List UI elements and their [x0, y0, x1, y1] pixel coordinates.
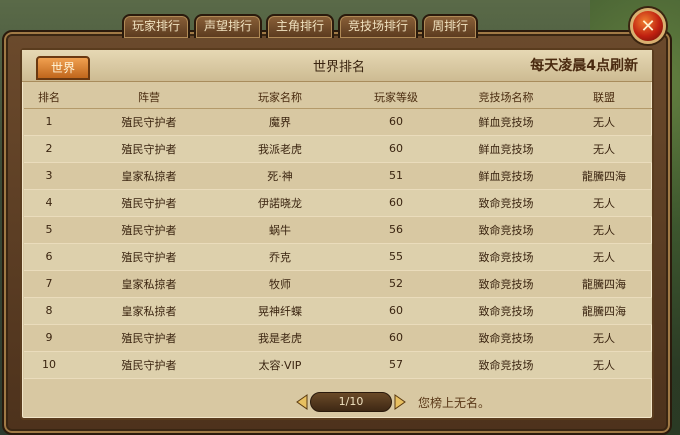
cell-camp: 殖民守护者	[74, 189, 224, 217]
cell-player-name: 太容·VIP	[224, 351, 336, 379]
cell-rank: 2	[24, 135, 74, 163]
cell-level: 55	[336, 243, 456, 271]
table-row[interactable]: 5 殖民守护者 蜗牛 56 致命竞技场 无人	[24, 216, 652, 244]
cell-arena: 致命竞技场	[456, 189, 556, 217]
cell-level: 56	[336, 216, 456, 244]
cell-arena: 鲜血竞技场	[456, 162, 556, 190]
cell-rank: 1	[24, 108, 74, 136]
cell-camp: 殖民守护者	[74, 108, 224, 136]
cell-arena: 致命竞技场	[456, 270, 556, 298]
cell-alliance: 龍騰四海	[556, 270, 652, 298]
cell-arena: 致命竞技场	[456, 297, 556, 325]
table-row[interactable]: 10 殖民守护者 太容·VIP 57 致命竞技场 无人	[24, 351, 652, 379]
header-arena-name: 竞技场名称	[456, 86, 556, 109]
table-row[interactable]: 6 殖民守护者 乔克 55 致命竞技场 无人	[24, 243, 652, 271]
cell-level: 52	[336, 270, 456, 298]
panel-header: 世界 世界排名 每天凌晨4点刷新	[22, 50, 652, 82]
tab-player-ranking[interactable]: 玩家排行	[122, 14, 191, 38]
cell-rank: 6	[24, 243, 74, 271]
tab-hero-ranking[interactable]: 主角排行	[266, 14, 335, 38]
cell-alliance: 无人	[556, 243, 652, 271]
right-arrow-icon[interactable]	[394, 394, 406, 410]
cell-alliance: 无人	[556, 216, 652, 244]
cell-player-name: 乔克	[224, 243, 336, 271]
cell-rank: 10	[24, 351, 74, 379]
cell-arena: 致命竞技场	[456, 324, 556, 352]
cell-player-name: 死·神	[224, 162, 336, 190]
tab-reputation-ranking[interactable]: 声望排行	[194, 14, 263, 38]
cell-player-name: 我是老虎	[224, 324, 336, 352]
tab-weekly-ranking[interactable]: 周排行	[422, 14, 479, 38]
cell-camp: 殖民守护者	[74, 135, 224, 163]
ranking-tabs: 玩家排行 声望排行 主角排行 竞技场排行 周排行	[122, 14, 479, 40]
header-camp: 阵营	[74, 86, 224, 109]
cell-level: 60	[336, 297, 456, 325]
header-alliance: 联盟	[556, 86, 652, 109]
cell-rank: 5	[24, 216, 74, 244]
cell-arena: 致命竞技场	[456, 243, 556, 271]
cell-arena: 鲜血竞技场	[456, 135, 556, 163]
cell-player-name: 魔界	[224, 108, 336, 136]
cell-alliance: 无人	[556, 135, 652, 163]
header-player-level: 玩家等级	[336, 86, 456, 109]
cell-rank: 7	[24, 270, 74, 298]
cell-level: 60	[336, 324, 456, 352]
cell-rank: 4	[24, 189, 74, 217]
page-indicator: 1/10	[310, 392, 392, 412]
cell-player-name: 我派老虎	[224, 135, 336, 163]
cell-camp: 殖民守护者	[74, 324, 224, 352]
header-player-name: 玩家名称	[224, 86, 336, 109]
table-row[interactable]: 8 皇家私掠者 晃神纤蝶 60 致命竞技场 龍騰四海	[24, 297, 652, 325]
table-header-row: 排名 阵营 玩家名称 玩家等级 竞技场名称 联盟	[24, 86, 652, 109]
cell-level: 60	[336, 135, 456, 163]
cell-camp: 殖民守护者	[74, 216, 224, 244]
cell-camp: 皇家私掠者	[74, 297, 224, 325]
pagination: 1/10	[296, 392, 406, 412]
cell-camp: 皇家私掠者	[74, 270, 224, 298]
close-button[interactable]: ✕	[630, 8, 666, 44]
table-row[interactable]: 4 殖民守护者 伊諾晓龙 60 致命竞技场 无人	[24, 189, 652, 217]
your-rank-status: 您榜上无名。	[418, 396, 491, 410]
cell-alliance: 无人	[556, 324, 652, 352]
cell-player-name: 牧师	[224, 270, 336, 298]
cell-arena: 致命竞技场	[456, 216, 556, 244]
left-arrow-icon[interactable]	[296, 394, 308, 410]
cell-alliance: 无人	[556, 189, 652, 217]
cell-alliance: 无人	[556, 108, 652, 136]
cell-arena: 鲜血竞技场	[456, 108, 556, 136]
refresh-note: 每天凌晨4点刷新	[530, 58, 638, 74]
tab-arena-ranking[interactable]: 竞技场排行	[338, 14, 419, 38]
cell-alliance: 龍騰四海	[556, 162, 652, 190]
cell-camp: 殖民守护者	[74, 243, 224, 271]
cell-level: 51	[336, 162, 456, 190]
cell-player-name: 伊諾晓龙	[224, 189, 336, 217]
cell-arena: 致命竞技场	[456, 351, 556, 379]
ranking-panel: 世界 世界排名 每天凌晨4点刷新 排名 阵营 玩家名称 玩家等级 竞技场名称 联…	[20, 48, 654, 420]
table-row[interactable]: 7 皇家私掠者 牧师 52 致命竞技场 龍騰四海	[24, 270, 652, 298]
cell-alliance: 无人	[556, 351, 652, 379]
table-row[interactable]: 9 殖民守护者 我是老虎 60 致命竞技场 无人	[24, 324, 652, 352]
cell-level: 60	[336, 189, 456, 217]
table-row[interactable]: 1 殖民守护者 魔界 60 鲜血竞技场 无人	[24, 108, 652, 136]
ranking-table: 排名 阵营 玩家名称 玩家等级 竞技场名称 联盟 1 殖民守护者 魔界 60 鲜…	[24, 86, 652, 379]
cell-alliance: 龍騰四海	[556, 297, 652, 325]
cell-level: 57	[336, 351, 456, 379]
table-row[interactable]: 3 皇家私掠者 死·神 51 鲜血竞技场 龍騰四海	[24, 162, 652, 190]
cell-player-name: 蜗牛	[224, 216, 336, 244]
cell-camp: 皇家私掠者	[74, 162, 224, 190]
header-rank: 排名	[24, 86, 74, 109]
cell-rank: 8	[24, 297, 74, 325]
close-icon: ✕	[640, 15, 656, 37]
cell-rank: 9	[24, 324, 74, 352]
cell-camp: 殖民守护者	[74, 351, 224, 379]
cell-rank: 3	[24, 162, 74, 190]
table-row[interactable]: 2 殖民守护者 我派老虎 60 鲜血竞技场 无人	[24, 135, 652, 163]
cell-level: 60	[336, 108, 456, 136]
cell-player-name: 晃神纤蝶	[224, 297, 336, 325]
